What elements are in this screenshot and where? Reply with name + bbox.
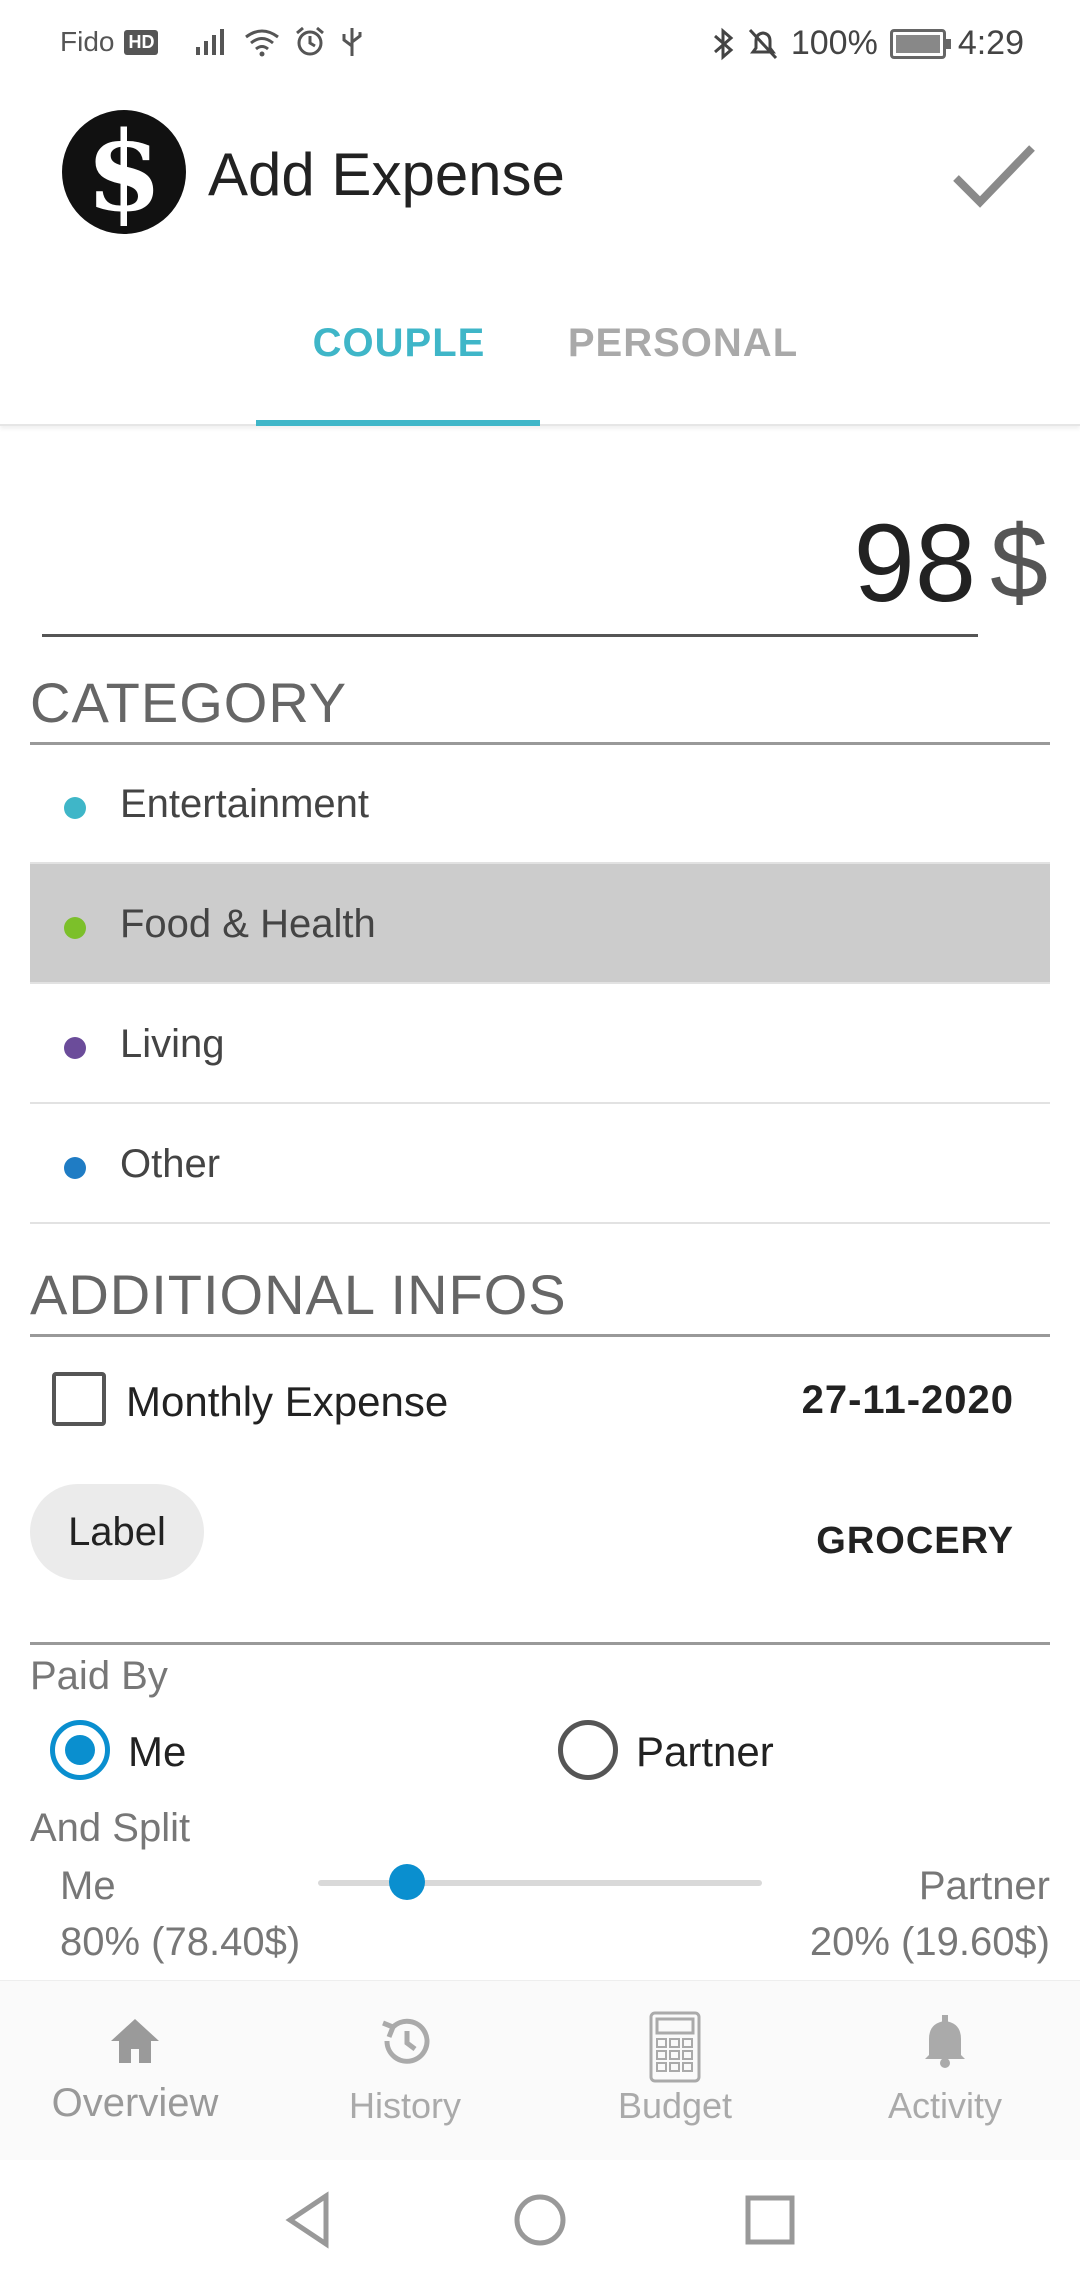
category-color-dot <box>64 917 86 939</box>
status-icons <box>194 26 364 58</box>
battery-percent: 100% <box>790 24 878 62</box>
split-slider-thumb[interactable] <box>388 1864 425 1900</box>
signal-icon <box>196 29 225 55</box>
nav-history-label: History <box>348 2085 461 2126</box>
confirm-check-icon[interactable] <box>948 130 1038 220</box>
radio-me-label[interactable]: Me <box>128 1728 186 1776</box>
back-icon[interactable] <box>282 2190 338 2250</box>
category-item-living[interactable]: Living <box>30 984 1050 1104</box>
amount-input[interactable]: 98 $ <box>0 490 1080 640</box>
wifi-icon <box>245 29 280 57</box>
split-partner-value: 20% (19.60$) <box>809 1920 1050 1964</box>
status-right: 100% 4:29 <box>711 24 1024 63</box>
radio-me[interactable] <box>50 1720 110 1780</box>
app-logo: $ <box>62 110 186 234</box>
nav-budget-label: Budget <box>617 2085 733 2126</box>
calculator-icon <box>649 2011 701 2083</box>
category-item-other[interactable]: Other <box>30 1104 1050 1224</box>
status-bar: Fido HD 100% 4:29 <box>0 0 1080 90</box>
nav-activity[interactable]: Activity <box>810 1981 1080 2151</box>
clock: 4:29 <box>957 24 1024 62</box>
category-item-food-health[interactable]: Food & Health <box>30 864 1050 984</box>
tab-couple[interactable]: COUPLE <box>256 300 542 426</box>
nav-activity-label: Activity <box>887 2085 1002 2126</box>
page-title: Add Expense <box>208 141 565 208</box>
radio-partner[interactable] <box>558 1720 618 1780</box>
amount-value[interactable]: 98 <box>854 500 976 627</box>
category-label: Other <box>120 1142 221 1186</box>
split-me-value: 80% (78.40$) <box>60 1920 301 1964</box>
bottom-navigation: Overview History Budget Activity <box>0 1980 1080 2160</box>
category-label: Entertainment <box>120 782 370 826</box>
battery-icon <box>889 28 951 59</box>
split-partner-label: Partner <box>918 1864 1050 1908</box>
tab-personal[interactable]: PERSONAL <box>540 300 826 426</box>
bell-icon <box>925 2015 965 2068</box>
status-left: Fido HD <box>60 26 364 58</box>
bluetooth-icon <box>713 27 734 60</box>
label-value[interactable]: GROCERY <box>816 1520 1014 1563</box>
additional-divider <box>30 1334 1050 1337</box>
home-icon <box>111 2019 159 2063</box>
paid-by-options: Me Partner <box>30 1720 1050 1790</box>
nav-history[interactable]: History <box>270 1981 540 2151</box>
radio-partner-label[interactable]: Partner <box>636 1728 774 1776</box>
split-heading: And Split <box>30 1806 191 1850</box>
nav-budget[interactable]: Budget <box>540 1981 810 2151</box>
category-label: Living <box>120 1022 225 1066</box>
label-chip[interactable]: Label <box>30 1484 204 1580</box>
nav-overview[interactable]: Overview <box>0 1981 270 2151</box>
tab-indicator <box>256 420 540 426</box>
category-item-entertainment[interactable]: Entertainment <box>30 744 1050 864</box>
currency-symbol: $ <box>990 505 1048 621</box>
tab-bar: COUPLE PERSONAL <box>0 300 1080 426</box>
split-me-label: Me <box>60 1864 116 1908</box>
category-heading: CATEGORY <box>30 671 348 734</box>
monthly-expense-label[interactable]: Monthly Expense <box>126 1378 448 1426</box>
alarm-icon <box>296 26 325 56</box>
date-picker[interactable]: 27-11-2020 <box>802 1378 1014 1423</box>
label-row: Label GROCERY <box>30 1484 1050 1645</box>
split-slider-track[interactable] <box>318 1880 762 1886</box>
usb-icon <box>342 28 362 56</box>
home-circle-icon[interactable] <box>512 2190 568 2250</box>
monthly-expense-checkbox[interactable] <box>52 1372 106 1426</box>
category-color-dot <box>64 797 86 819</box>
nav-overview-label: Overview <box>51 2081 219 2125</box>
paid-by-heading: Paid By <box>30 1654 168 1698</box>
recents-square-icon[interactable] <box>742 2190 798 2250</box>
additional-infos-heading: ADDITIONAL INFOS <box>30 1263 567 1326</box>
category-list: Entertainment Food & Health Living Other <box>30 744 1050 1224</box>
hd-badge: HD <box>124 29 159 55</box>
amount-underline <box>42 634 978 637</box>
carrier-name: Fido <box>60 26 115 57</box>
mute-icon <box>748 28 777 59</box>
history-icon <box>382 2018 430 2064</box>
category-color-dot <box>64 1037 86 1059</box>
monthly-expense-row: Monthly Expense 27-11-2020 <box>30 1360 1050 1440</box>
category-color-dot <box>64 1157 86 1179</box>
system-navigation-bar <box>0 2160 1080 2280</box>
label-divider <box>30 1642 1050 1645</box>
category-label: Food & Health <box>120 902 376 946</box>
